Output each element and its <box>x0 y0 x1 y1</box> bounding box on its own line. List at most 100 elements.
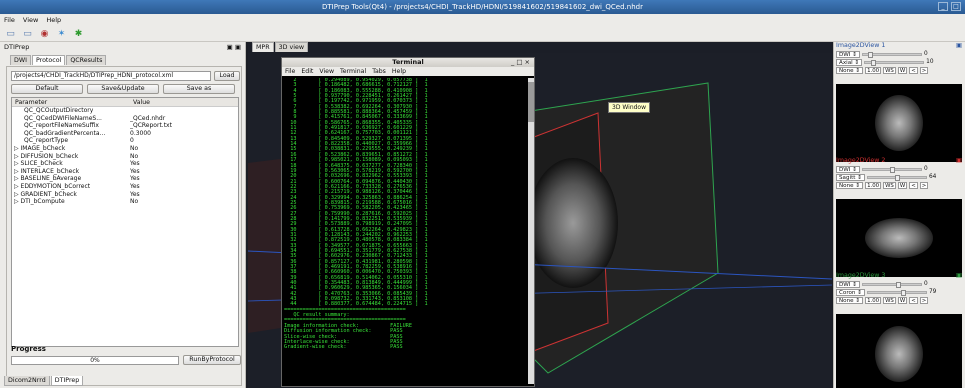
terminal-menu-terminal[interactable]: Terminal <box>340 67 366 76</box>
mode-select[interactable]: None ⇕ <box>836 296 864 304</box>
tab-dicom2nrrd[interactable]: Dicom2Nrrd <box>4 376 50 386</box>
image-select[interactable]: DWI ⇕ <box>836 165 860 173</box>
view-button[interactable]: > <box>919 296 929 304</box>
tree-row[interactable]: QC_reportFileNameSuffix _QCReport.txt <box>12 122 238 130</box>
view-button[interactable]: > <box>919 66 929 74</box>
tree-row[interactable]: QC_reportType 0 <box>12 137 238 145</box>
slice-image[interactable] <box>836 199 962 277</box>
window-titlebar[interactable]: DTIPrep Tools(Qt4) - /projects4/CHDI_Tra… <box>0 0 965 14</box>
terminal-scrollbar[interactable] <box>528 78 534 384</box>
tree-row-value: _QCed.nhdr <box>130 114 166 122</box>
terminal-menu-view[interactable]: View <box>319 67 334 76</box>
brain-slice <box>875 326 923 382</box>
view-dock-icon[interactable]: ▣ <box>956 272 962 280</box>
protocol-tree[interactable]: Parameter Value QC_QCOutputDirectory QC_Q… <box>11 97 239 347</box>
tree-row-parameter: ▷ DTI_bCompute <box>14 198 65 206</box>
tab-qcresults[interactable]: QCResults <box>66 55 107 65</box>
tree-row[interactable]: ▷ DTI_bCompute No <box>12 198 238 206</box>
image2d-view-3: Image2DView 3 ▣ DWI ⇕ 0 Coron ⇕ 79 None … <box>834 272 965 388</box>
axis-select[interactable]: Sagitt ⇕ <box>836 173 865 181</box>
tree-row[interactable]: ▷ INTERLACE_bCheck Yes <box>12 168 238 176</box>
tree-row-parameter: ▷ BASELINE_bAverage <box>14 175 82 183</box>
terminal-menu-edit[interactable]: Edit <box>301 67 313 76</box>
maximize-icon[interactable]: □ <box>951 2 961 11</box>
column-value[interactable]: Value <box>130 98 150 106</box>
image2d-view-1: Image2DView 1 ▣ DWI ⇕ 0 Axial ⇕ 10 None … <box>834 42 965 162</box>
view-button[interactable]: W <box>897 66 908 74</box>
mode-select[interactable]: None ⇕ <box>836 66 864 74</box>
save-file-icon[interactable]: ▭ <box>21 27 34 40</box>
axis-select[interactable]: Coron ⇕ <box>836 288 865 296</box>
column-parameter[interactable]: Parameter <box>12 98 130 106</box>
view-button[interactable]: WS <box>883 181 896 189</box>
slice-slider[interactable] <box>864 59 925 66</box>
slice-slider[interactable] <box>861 281 922 288</box>
slice-slider[interactable] <box>866 174 927 181</box>
menu-file[interactable]: File <box>4 16 15 24</box>
view-dock-icon[interactable]: ▣ <box>956 42 962 50</box>
tree-row[interactable]: ▷ IMAGE_bCheck No <box>12 145 238 153</box>
tree-row[interactable]: ▷ SLICE_bCheck Yes <box>12 160 238 168</box>
view-button[interactable]: < <box>909 181 918 189</box>
tree-row[interactable]: ▷ BASELINE_bAverage Yes <box>12 175 238 183</box>
view-button[interactable]: < <box>909 66 918 74</box>
star-icon[interactable]: ✶ <box>55 27 68 40</box>
mode-select[interactable]: None ⇕ <box>836 181 864 189</box>
tree-row[interactable]: ▷ DIFFUSION_bCheck No <box>12 153 238 161</box>
tree-row[interactable]: QC_QCedDWIFileNameS... _QCed.nhdr <box>12 115 238 123</box>
slice-slider[interactable] <box>866 289 927 296</box>
slice-image[interactable] <box>836 84 962 162</box>
tab-protocol[interactable]: Protocol <box>31 55 66 65</box>
terminal-menu-tabs[interactable]: Tabs <box>372 67 386 76</box>
tree-row-parameter: ▷ IMAGE_bCheck <box>14 144 66 152</box>
terminal-menu-file[interactable]: File <box>285 67 295 76</box>
slice-number: 79 <box>928 289 937 295</box>
zoom-field[interactable]: 1.00 <box>865 181 882 189</box>
zoom-field[interactable]: 1.00 <box>865 296 882 304</box>
view-button[interactable]: < <box>909 296 918 304</box>
terminal-window[interactable]: Terminal _ □ × File Edit View Terminal Tabs H… <box>281 57 535 387</box>
view-button[interactable]: WS <box>883 66 896 74</box>
menu-view[interactable]: View <box>23 16 38 24</box>
protocol-icon[interactable]: ◉ <box>38 27 51 40</box>
save-as-button[interactable]: Save as <box>163 84 235 94</box>
tree-row[interactable]: ▷ GRADIENT_bCheck Yes <box>12 191 238 199</box>
tree-row-parameter: QC_badGradientPercenta... <box>24 129 106 137</box>
zoom-field[interactable]: 1.00 <box>865 66 882 74</box>
tab-mpr[interactable]: MPR <box>252 42 274 52</box>
tree-row[interactable]: ▷ EDDYMOTION_bCorrect Yes <box>12 183 238 191</box>
slice-image[interactable] <box>836 314 962 388</box>
view-button[interactable]: > <box>919 181 929 189</box>
asterisk-icon[interactable]: ✱ <box>72 27 85 40</box>
tree-row[interactable]: QC_QCOutputDirectory <box>12 107 238 115</box>
image-select[interactable]: DWI ⇕ <box>836 280 860 288</box>
view-button[interactable]: W <box>897 181 908 189</box>
minimize-icon[interactable]: _ <box>938 2 948 11</box>
3d-viewport[interactable]: 3D Window Terminal _ □ × File Edit View Ter… <box>248 53 832 388</box>
terminal-output[interactable]: 2 [ 0.294089, 0.954029, 0.057738 ] 1 3 [… <box>284 78 526 384</box>
run-by-protocol-button[interactable]: RunByProtocol <box>183 355 241 365</box>
default-button[interactable]: Default <box>11 84 83 94</box>
center-view-area: MPR 3D view 3D Window Terminal _ □ × Fil… <box>248 42 832 388</box>
terminal-menu-help[interactable]: Help <box>392 67 406 76</box>
axis-select[interactable]: Axial ⇕ <box>836 58 863 66</box>
tab-dtiprep[interactable]: DTIPrep <box>50 376 84 386</box>
panel-dock-icon[interactable]: ▣ ▣ <box>227 43 241 51</box>
tab-dwi[interactable]: DWI <box>10 55 31 65</box>
slice-slider[interactable] <box>861 166 922 173</box>
tree-row[interactable]: QC_badGradientPercenta... 0.3000 <box>12 130 238 138</box>
view-button[interactable]: W <box>897 296 908 304</box>
menu-help[interactable]: Help <box>46 16 61 24</box>
slice-slider[interactable] <box>861 51 922 58</box>
load-button[interactable]: Load <box>214 71 240 81</box>
save-update-button[interactable]: Save&Update <box>87 84 159 94</box>
open-file-icon[interactable]: ▭ <box>4 27 17 40</box>
terminal-window-controls-icon[interactable]: _ □ × <box>511 58 530 67</box>
view-dock-icon[interactable]: ▣ <box>956 157 962 165</box>
tree-row-value: Yes <box>130 190 140 198</box>
protocol-path-input[interactable]: /projects4/CHDI_TrackHD/DTIPrep_HDNI_pro… <box>11 71 211 81</box>
image-select[interactable]: DWI ⇕ <box>836 50 860 58</box>
3d-window-label: 3D Window <box>608 102 651 113</box>
view-button[interactable]: WS <box>883 296 896 304</box>
tab-3d-view[interactable]: 3D view <box>274 42 308 52</box>
